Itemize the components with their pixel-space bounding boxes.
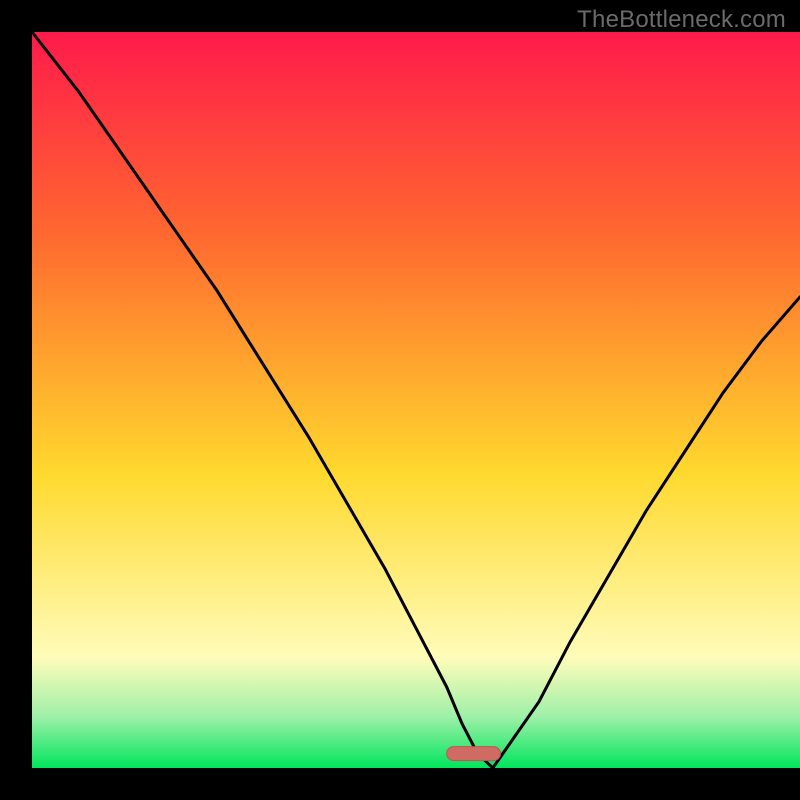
watermark-text: TheBottleneck.com <box>577 6 786 34</box>
chart-stage: TheBottleneck.com <box>0 0 800 800</box>
bottleneck-chart <box>0 0 800 800</box>
optimum-marker <box>447 747 501 761</box>
plot-area <box>32 32 800 768</box>
